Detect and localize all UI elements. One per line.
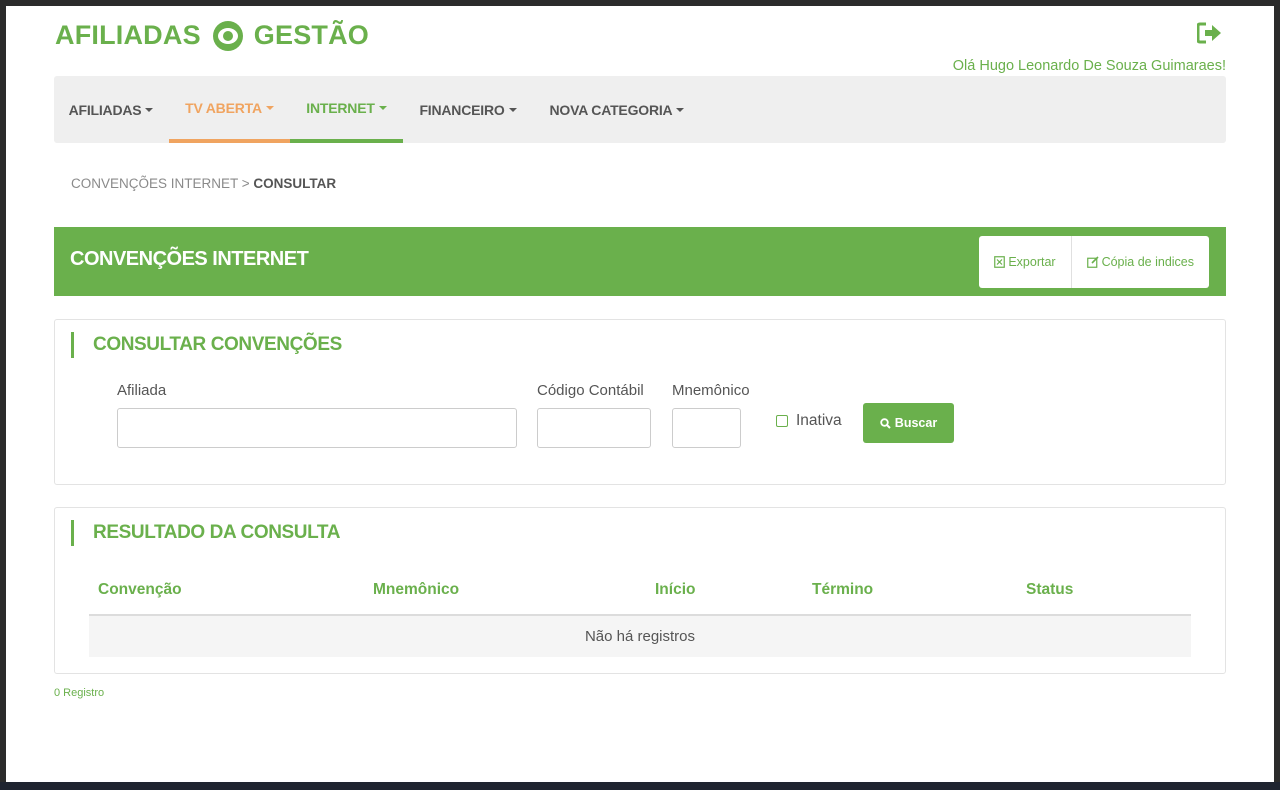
checkbox-icon[interactable]	[776, 415, 788, 427]
codigo-contabil-label: Código Contábil	[537, 382, 644, 399]
caret-down-icon	[508, 107, 517, 112]
results-panel-title: RESULTADO DA CONSULTA	[71, 520, 340, 546]
copy-indices-button[interactable]: Cópia de indices	[1070, 236, 1209, 288]
results-table: Convenção Mnemônico Início Término Statu…	[89, 568, 1191, 657]
nav-financeiro[interactable]: FINANCEIRO	[411, 76, 525, 143]
export-label: Exportar	[1008, 255, 1056, 269]
brand-left: AFILIADAS	[55, 20, 201, 50]
inativa-checkbox[interactable]: Inativa	[776, 412, 842, 430]
search-panel-title: CONSULTAR CONVENÇÕES	[71, 332, 342, 358]
page-banner: CONVENÇÕES INTERNET Exportar Cópia de in…	[54, 227, 1226, 296]
table-header: Convenção Mnemônico Início Término Statu…	[89, 568, 1191, 616]
caret-down-icon	[676, 107, 685, 112]
edit-icon	[1086, 256, 1099, 268]
nav-financeiro-label: FINANCEIRO	[419, 101, 505, 118]
nav-tv-aberta-label: TV ABERTA	[185, 99, 262, 116]
page-title: CONVENÇÕES INTERNET	[70, 248, 309, 270]
caret-down-icon	[145, 107, 154, 112]
mnemonico-input[interactable]	[672, 408, 741, 448]
column-inicio[interactable]: Início	[655, 581, 695, 599]
afiliada-label: Afiliada	[117, 382, 167, 399]
nav-tv-aberta[interactable]: TV ABERTA	[169, 76, 290, 143]
logout-icon[interactable]	[1196, 22, 1223, 44]
search-button[interactable]: Buscar	[863, 403, 954, 443]
banner-actions: Exportar Cópia de indices	[979, 236, 1209, 288]
export-button[interactable]: Exportar	[979, 236, 1070, 288]
nav-internet[interactable]: INTERNET	[290, 76, 403, 143]
brand-right: GESTÃO	[253, 20, 370, 50]
breadcrumb-parent[interactable]: CONVENÇÕES INTERNET	[71, 176, 238, 191]
caret-down-icon	[265, 105, 274, 110]
codigo-contabil-input[interactable]	[537, 408, 651, 448]
results-panel: RESULTADO DA CONSULTA Convenção Mnemônic…	[54, 507, 1226, 674]
brand-logo[interactable]: AFILIADAS GESTÃO	[55, 20, 369, 51]
column-status[interactable]: Status	[1026, 581, 1073, 599]
user-greeting: Olá Hugo Leonardo De Souza Guimaraes!	[952, 58, 1226, 74]
search-icon	[880, 417, 891, 429]
nav-afiliadas-label: AFILIADAS	[68, 101, 142, 118]
column-termino[interactable]: Término	[812, 581, 873, 599]
caret-down-icon	[378, 105, 387, 110]
nav-nova-categoria[interactable]: NOVA CATEGORIA	[542, 76, 692, 143]
excel-file-icon	[994, 256, 1006, 268]
record-count: 0 Registro	[54, 687, 105, 699]
afiliada-input[interactable]	[117, 408, 517, 448]
app-window: AFILIADAS GESTÃO Olá Hugo Leonardo De So…	[6, 6, 1274, 782]
nav-afiliadas[interactable]: AFILIADAS	[54, 76, 168, 143]
column-convencao[interactable]: Convenção	[98, 581, 182, 599]
globo-logo-icon	[212, 20, 243, 51]
copy-indices-label: Cópia de indices	[1101, 255, 1194, 269]
breadcrumb-separator: >	[238, 176, 254, 191]
mnemonico-label: Mnemônico	[672, 382, 750, 399]
column-mnemonico[interactable]: Mnemônico	[373, 581, 459, 599]
inativa-label: Inativa	[796, 412, 842, 429]
taskbar-strip	[0, 782, 1280, 790]
breadcrumb-current: CONSULTAR	[253, 176, 337, 191]
nav-internet-label: INTERNET	[306, 99, 375, 116]
search-button-label: Buscar	[894, 416, 938, 430]
main-navbar: AFILIADAS TV ABERTA INTERNET FINANCEIRO …	[54, 76, 1226, 143]
breadcrumb: CONVENÇÕES INTERNET > CONSULTAR	[71, 176, 336, 191]
search-panel: CONSULTAR CONVENÇÕES Afiliada Código Con…	[54, 319, 1226, 485]
empty-message: Não há registros	[89, 616, 1191, 657]
nav-nova-categoria-label: NOVA CATEGORIA	[549, 101, 673, 118]
